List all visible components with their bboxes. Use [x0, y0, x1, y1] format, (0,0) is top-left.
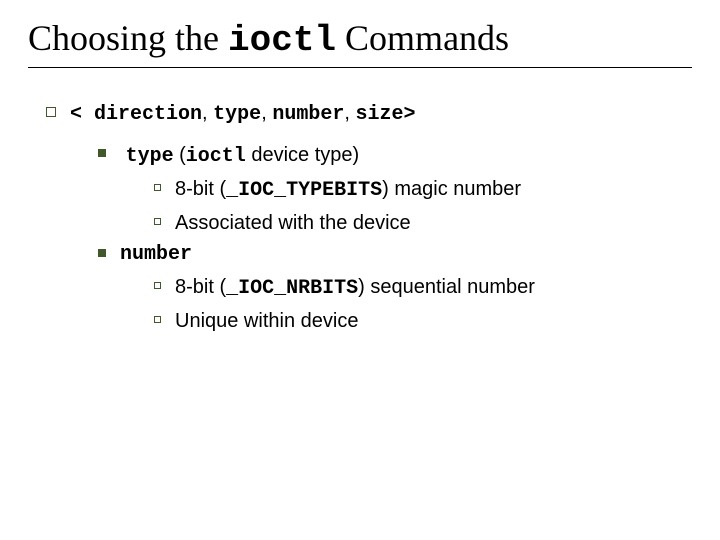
direction-token: direction — [94, 103, 202, 126]
type-token: type — [213, 103, 261, 126]
title-pre: Choosing the — [28, 18, 228, 58]
number-sub1-pre: 8-bit ( — [175, 276, 226, 298]
paren-open: ( — [174, 144, 186, 166]
ioc-nrbits: _IOC_NRBITS — [226, 277, 358, 300]
type-sub1-post: ) magic number — [382, 178, 521, 200]
ioc-typebits: _IOC_TYPEBITS — [226, 179, 382, 202]
bullet-text: type (ioctl device type) — [120, 140, 692, 172]
square-small-hollow-icon — [154, 184, 161, 191]
comma2: , — [261, 102, 272, 124]
title-post: Commands — [336, 18, 509, 58]
square-solid-icon — [98, 149, 106, 157]
slide-title: Choosing the ioctl Commands — [28, 18, 692, 61]
bullet-level2: type (ioctl device type) — [98, 140, 692, 172]
bullet-level3: 8-bit (_IOC_TYPEBITS) magic number — [154, 174, 692, 206]
type-sub1-pre: 8-bit ( — [175, 178, 226, 200]
angle-open: < — [70, 103, 94, 126]
angle-close: > — [403, 103, 415, 126]
square-solid-icon — [98, 249, 106, 257]
type-tail: device type) — [246, 144, 359, 166]
bullet-text: 8-bit (_IOC_TYPEBITS) magic number — [175, 174, 692, 206]
slide-body: < direction, type, number, size> type (i… — [28, 98, 692, 336]
bullet-text: Associated with the device — [175, 208, 692, 238]
square-small-hollow-icon — [154, 282, 161, 289]
square-hollow-icon — [46, 107, 56, 117]
ioctl-label: ioctl — [186, 145, 246, 168]
bullet-text: < direction, type, number, size> — [70, 98, 692, 130]
bullet-level2: number — [98, 240, 692, 270]
square-small-hollow-icon — [154, 316, 161, 323]
bullet-text: Unique within device — [175, 306, 692, 336]
bullet-level3: Unique within device — [154, 306, 692, 336]
bullet-level3: Associated with the device — [154, 208, 692, 238]
number-token: number — [272, 103, 344, 126]
title-code: ioctl — [228, 20, 336, 61]
number-label: number — [120, 240, 692, 270]
title-underline — [28, 67, 692, 68]
square-small-hollow-icon — [154, 218, 161, 225]
type-label: type — [126, 145, 174, 168]
bullet-text: 8-bit (_IOC_NRBITS) sequential number — [175, 272, 692, 304]
comma1: , — [202, 102, 213, 124]
size-token: size — [355, 103, 403, 126]
slide: Choosing the ioctl Commands < direction,… — [0, 0, 720, 540]
bullet-level1: < direction, type, number, size> — [46, 98, 692, 130]
bullet-level3: 8-bit (_IOC_NRBITS) sequential number — [154, 272, 692, 304]
comma3: , — [344, 102, 355, 124]
number-sub1-post: ) sequential number — [358, 276, 535, 298]
